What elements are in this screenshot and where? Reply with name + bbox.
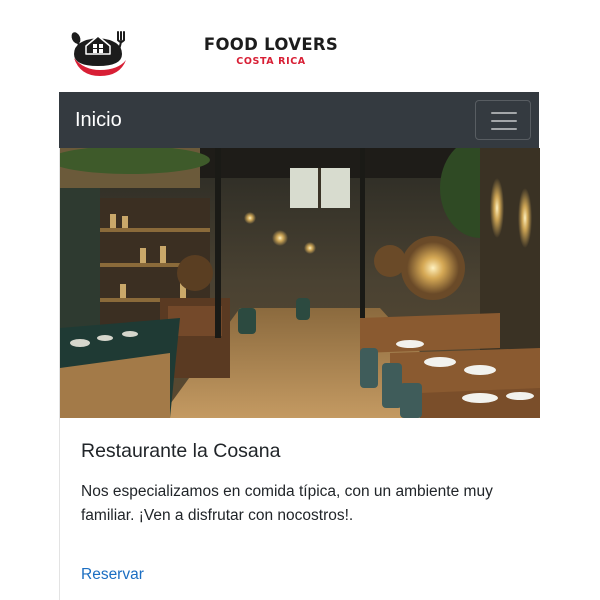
navbar-brand-link[interactable]: Inicio xyxy=(75,108,122,132)
logo-icon[interactable] xyxy=(66,24,130,80)
restaurant-interior-image xyxy=(60,148,540,418)
logo-wordmark[interactable]: FOOD LOVERS COSTA RICA xyxy=(200,35,342,68)
navbar-toggler-button[interactable] xyxy=(475,100,531,140)
card-title: Restaurante la Cosana xyxy=(81,440,281,462)
reservar-link[interactable]: Reservar xyxy=(81,565,144,585)
site-header: FOOD LOVERS COSTA RICA xyxy=(0,0,600,92)
restaurant-card: Restaurante la Cosana Nos especializamos… xyxy=(59,148,540,600)
card-body: Restaurante la Cosana Nos especializamos… xyxy=(81,438,521,528)
logo-title: FOOD LOVERS xyxy=(203,35,339,54)
card-description: Nos especializamos en comida típica, con… xyxy=(81,483,493,524)
hamburger-menu-icon xyxy=(491,112,517,130)
navbar: Inicio xyxy=(59,92,539,148)
logo-subtitle: COSTA RICA xyxy=(236,56,306,67)
